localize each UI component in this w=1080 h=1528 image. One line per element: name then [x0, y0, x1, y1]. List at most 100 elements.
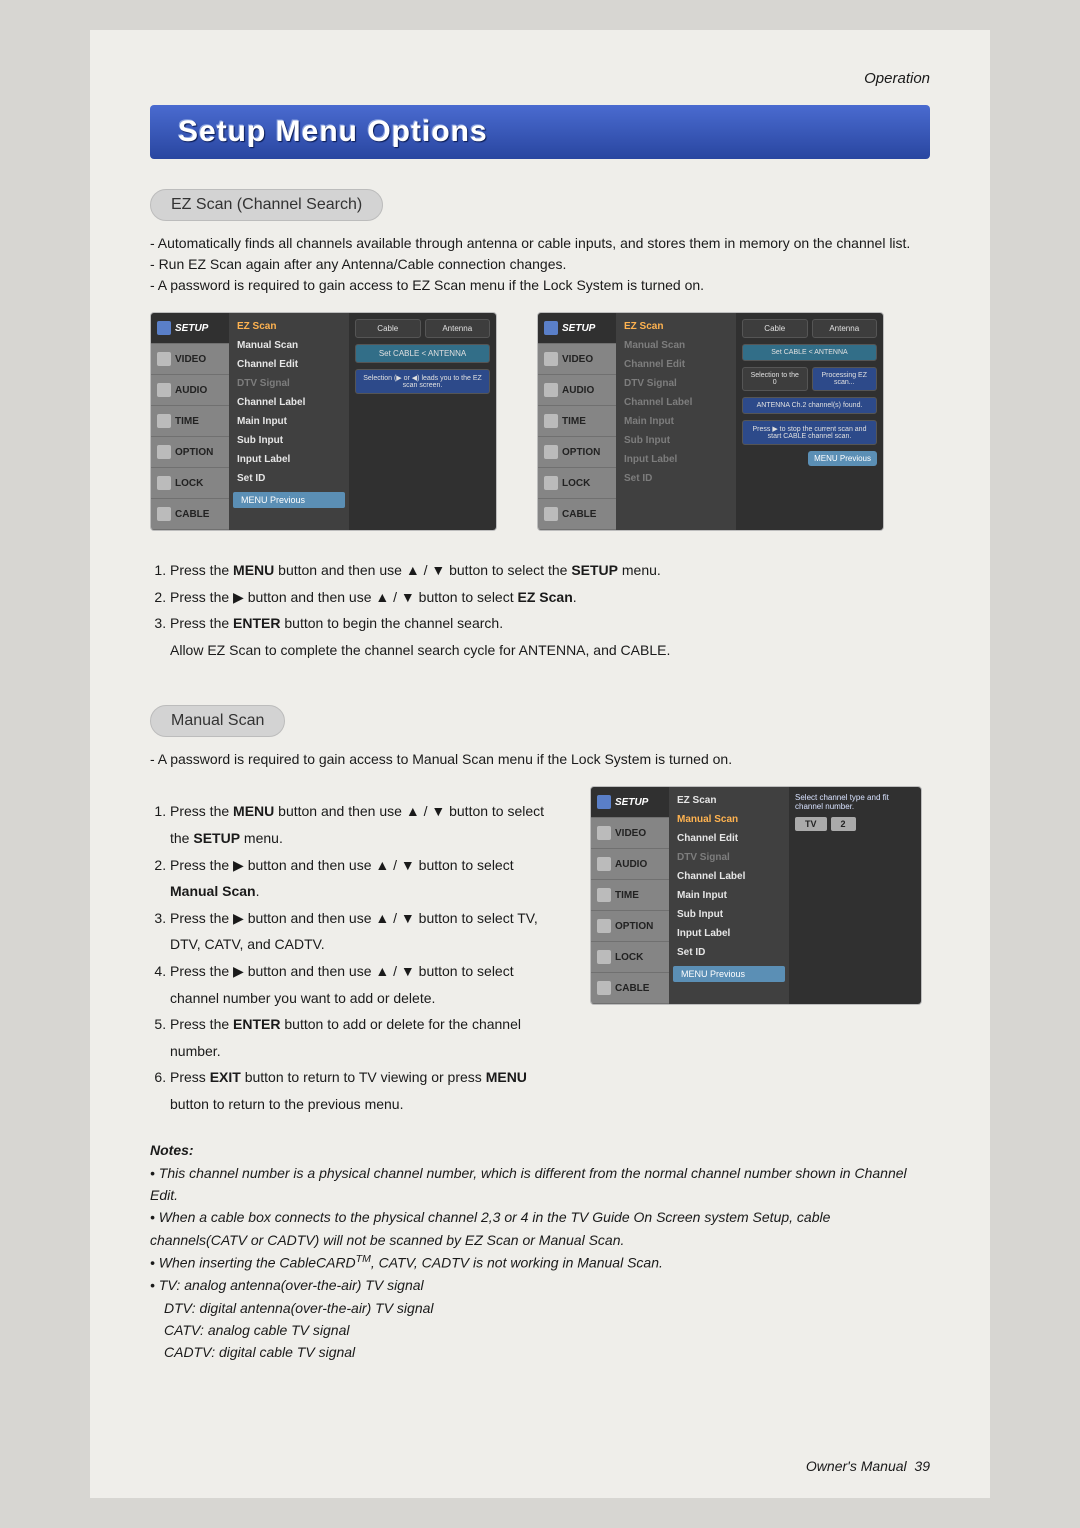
sidebar-tab-setup: SETUP — [538, 313, 616, 344]
menu-item: Channel Label — [229, 393, 349, 412]
menu-item: Main Input — [669, 886, 789, 905]
notes-body: • This channel number is a physical chan… — [150, 1162, 930, 1364]
figure1-rightpane: Cable Antenna Set CABLE < ANTENNA Select… — [349, 313, 496, 530]
lock-icon — [544, 476, 558, 490]
up-icon: ▲ — [375, 589, 389, 605]
down-icon: ▼ — [401, 857, 415, 873]
menu-item: Set ID — [229, 469, 349, 488]
audio-icon — [544, 383, 558, 397]
sidebar-tab-audio: AUDIO — [591, 849, 669, 880]
ezscan-bullet: A password is required to gain access to… — [150, 275, 930, 296]
down-icon: ▼ — [431, 803, 445, 819]
cable-icon — [157, 507, 171, 521]
figure2-rightpane: Cable Antenna Set CABLE < ANTENNA Select… — [736, 313, 883, 530]
menu-item: Manual Scan — [229, 336, 349, 355]
antenna-box: Antenna — [812, 319, 878, 338]
ezscan-step-3: Press the ENTER button to begin the chan… — [170, 610, 930, 663]
menu-item: Input Label — [669, 924, 789, 943]
note-1: • This channel number is a physical chan… — [150, 1162, 930, 1207]
channel-type-box: TV 2 — [795, 817, 915, 831]
sidebar-tab-setup: SETUP — [151, 313, 229, 344]
menu-item: Sub Input — [669, 905, 789, 924]
menu-item: Channel Label — [616, 393, 736, 412]
right-icon: ▶ — [233, 857, 244, 873]
clock-icon — [544, 414, 558, 428]
select-hint: Select channel type and fit channel numb… — [795, 793, 915, 811]
clock-icon — [157, 414, 171, 428]
manualscan-bullets: A password is required to gain access to… — [150, 749, 930, 770]
manual-step-2: Press the ▶ button and then use ▲ / ▼ bu… — [170, 852, 560, 905]
manual-page: Operation Setup Menu Options EZ Scan (Ch… — [90, 30, 990, 1498]
sidebar-tab-option: OPTION — [538, 437, 616, 468]
sidebar-tab-time: TIME — [151, 406, 229, 437]
ezscan-step-2: Press the ▶ button and then use ▲ / ▼ bu… — [170, 584, 930, 611]
tv-type: TV — [795, 817, 827, 831]
menu-item: Set ID — [669, 943, 789, 962]
press-hint-box: Press ▶ to stop the current scan and sta… — [742, 420, 877, 445]
lock-icon — [157, 476, 171, 490]
footer-label: Owner's Manual — [806, 1458, 907, 1474]
wrench-icon — [597, 795, 611, 809]
cable-box: Cable — [355, 319, 421, 338]
video-icon — [544, 352, 558, 366]
sidebar-tab-lock: LOCK — [538, 468, 616, 499]
menu-sidebar: SETUP VIDEO AUDIO TIME OPTION LOCK CABLE — [538, 313, 616, 530]
antenna-found-box: ANTENNA Ch.2 channel(s) found. — [742, 397, 877, 414]
ezscan-step-3-sub: Allow EZ Scan to complete the channel se… — [170, 637, 930, 664]
menu-item: DTV Signal — [229, 374, 349, 393]
sidebar-tab-video: VIDEO — [151, 344, 229, 375]
ezscan-heading: EZ Scan (Channel Search) — [150, 189, 383, 221]
menu-item: DTV Signal — [616, 374, 736, 393]
ezscan-bullet: Automatically finds all channels availab… — [150, 233, 930, 254]
wrench-icon — [544, 321, 558, 335]
page-title: Setup Menu Options — [150, 105, 930, 159]
sidebar-tab-cable: CABLE — [151, 499, 229, 530]
sidebar-tab-lock: LOCK — [591, 942, 669, 973]
sidebar-tab-cable: CABLE — [538, 499, 616, 530]
menu-item: Main Input — [616, 412, 736, 431]
menu-item: Input Label — [616, 450, 736, 469]
manual-step-5: Press the ENTER button to add or delete … — [170, 1011, 560, 1064]
menu-item-list: EZ Scan Manual Scan Channel Edit DTV Sig… — [616, 313, 736, 530]
ezscan-step-1: Press the MENU button and then use ▲ / ▼… — [170, 557, 930, 584]
manual-step-6: Press EXIT button to return to TV viewin… — [170, 1064, 560, 1117]
manual-step-3: Press the ▶ button and then use ▲ / ▼ bu… — [170, 905, 560, 958]
manualscan-steps: Press the MENU button and then use ▲ / ▼… — [150, 798, 560, 1117]
processing-box: Processing EZ scan... — [812, 367, 878, 391]
sidebar-tab-time: TIME — [538, 406, 616, 437]
up-icon: ▲ — [375, 857, 389, 873]
menu-previous: MENU Previous — [673, 966, 785, 982]
menu-item: DTV Signal — [669, 848, 789, 867]
note-5: DTV: digital antenna(over-the-air) TV si… — [164, 1297, 930, 1319]
right-icon: ▶ — [233, 910, 244, 926]
set-indicator: Set CABLE < ANTENNA — [742, 344, 877, 361]
ezscan-figure-1: SETUP VIDEO AUDIO TIME OPTION LOCK CABLE… — [150, 312, 497, 531]
channel-number: 2 — [831, 817, 856, 831]
up-icon: ▲ — [375, 910, 389, 926]
manualscan-heading: Manual Scan — [150, 705, 285, 737]
menu-item-list: EZ Scan Manual Scan Channel Edit DTV Sig… — [669, 787, 789, 1004]
sidebar-tab-time: TIME — [591, 880, 669, 911]
note-7: CADTV: digital cable TV signal — [164, 1341, 930, 1363]
menu-previous: MENU Previous — [808, 451, 877, 466]
option-icon — [157, 445, 171, 459]
video-icon — [597, 826, 611, 840]
lock-icon — [597, 950, 611, 964]
menu-item: Input Label — [229, 450, 349, 469]
section-header: Operation — [150, 70, 930, 87]
clock-icon — [597, 888, 611, 902]
option-icon — [544, 445, 558, 459]
sidebar-tab-video: VIDEO — [538, 344, 616, 375]
menu-item: Sub Input — [229, 431, 349, 450]
cable-icon — [597, 981, 611, 995]
cable-icon — [544, 507, 558, 521]
ezscan-steps: Press the MENU button and then use ▲ / ▼… — [150, 557, 930, 663]
page-number: 39 — [914, 1458, 930, 1474]
manual-step-1: Press the MENU button and then use ▲ / ▼… — [170, 798, 560, 851]
manualscan-bullet: A password is required to gain access to… — [150, 749, 930, 770]
ezscan-bullets: Automatically finds all channels availab… — [150, 233, 930, 296]
wrench-icon — [157, 321, 171, 335]
menu-item: EZ Scan — [669, 791, 789, 810]
sidebar-tab-audio: AUDIO — [538, 375, 616, 406]
audio-icon — [157, 383, 171, 397]
